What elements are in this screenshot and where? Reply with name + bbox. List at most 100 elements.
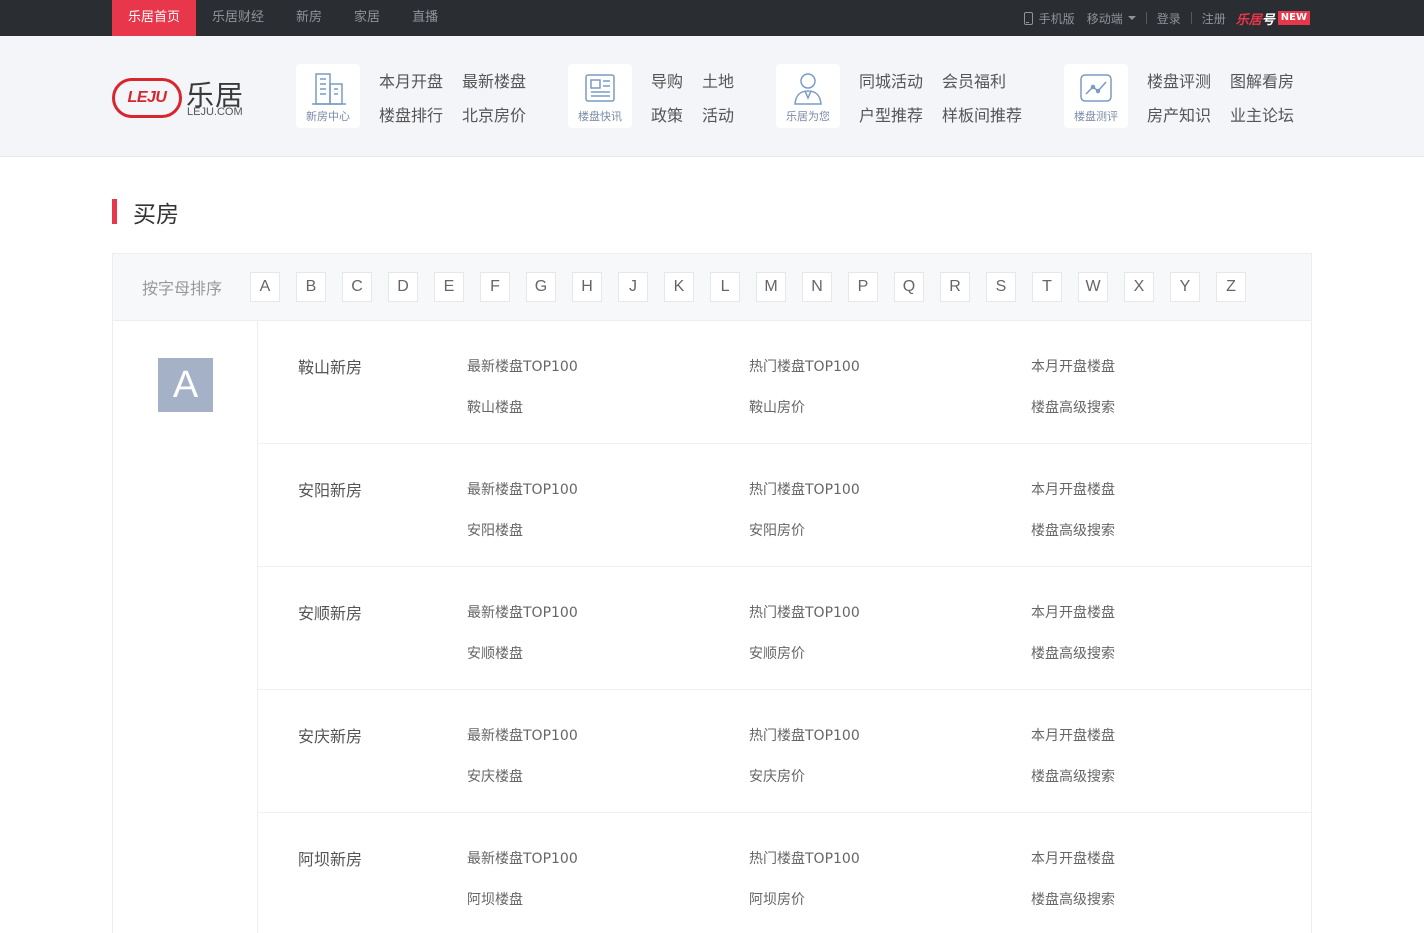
letter-button[interactable]: Y (1170, 272, 1201, 302)
leju-for-you-button[interactable]: 乐居为您 (776, 64, 840, 128)
latest-top100-link[interactable]: 最新楼盘TOP100 (467, 602, 578, 622)
nav-link[interactable]: 会员福利 (942, 65, 1022, 99)
letter-button[interactable]: P (848, 272, 879, 302)
advanced-search-link[interactable]: 楼盘高级搜索 (1031, 889, 1115, 909)
letter-button[interactable]: H (572, 272, 603, 302)
nav-link[interactable]: 户型推荐 (859, 99, 923, 133)
letter-button[interactable]: Q (894, 272, 925, 302)
letter-button[interactable]: J (618, 272, 649, 302)
topnav-live[interactable]: 直播 (396, 0, 454, 36)
hot-top100-link[interactable]: 热门楼盘TOP100 (749, 725, 860, 745)
register-link[interactable]: 注册 (1202, 10, 1226, 27)
letter-button[interactable]: G (526, 272, 557, 302)
nav-link[interactable]: 本月开盘 (379, 65, 443, 99)
topnav-home[interactable]: 乐居首页 (112, 0, 197, 36)
nav-link[interactable]: 样板间推荐 (942, 99, 1022, 133)
latest-top100-link[interactable]: 最新楼盘TOP100 (467, 725, 578, 745)
news-flash-button[interactable]: 楼盘快讯 (568, 64, 632, 128)
nav-link[interactable]: 楼盘排行 (379, 99, 443, 133)
letter-button[interactable]: F (480, 272, 511, 302)
city-properties-link[interactable]: 鞍山楼盘 (467, 397, 523, 417)
nav-link[interactable]: 活动 (702, 99, 734, 133)
city-row: 阿坝新房 最新楼盘TOP100 热门楼盘TOP100 本月开盘楼盘 阿坝楼盘 阿… (258, 813, 1311, 933)
letter-button[interactable]: A (250, 272, 281, 302)
city-name-link[interactable]: 安阳新房 (298, 477, 362, 501)
topnav-finance[interactable]: 乐居财经 (196, 0, 280, 36)
month-opening-link[interactable]: 本月开盘楼盘 (1031, 602, 1115, 622)
logo-en: LEJU.COM (187, 106, 243, 118)
header: LEJU 乐居 LEJU.COM 新房中心 本月开盘 楼盘排行 最新楼盘 北京房… (0, 36, 1424, 157)
letter-button[interactable]: L (710, 272, 741, 302)
nav-link[interactable]: 导购 (651, 65, 683, 99)
city-prices-link[interactable]: 鞍山房价 (749, 397, 805, 417)
leju-logo[interactable]: LEJU 乐居 LEJU.COM (112, 76, 252, 120)
city-row: 鞍山新房 最新楼盘TOP100 热门楼盘TOP100 本月开盘楼盘 鞍山楼盘 鞍… (258, 321, 1311, 444)
nav-links: 本月开盘 楼盘排行 最新楼盘 北京房价 (379, 65, 526, 133)
hot-top100-link[interactable]: 热门楼盘TOP100 (749, 479, 860, 499)
city-prices-link[interactable]: 安顺房价 (749, 643, 805, 663)
letter-button[interactable]: R (940, 272, 971, 302)
phone-icon (1023, 11, 1033, 25)
city-name-link[interactable]: 安顺新房 (298, 600, 362, 624)
letter-button[interactable]: C (342, 272, 373, 302)
letter-button[interactable]: E (434, 272, 465, 302)
letter-button[interactable]: S (986, 272, 1017, 302)
hot-top100-link[interactable]: 热门楼盘TOP100 (749, 848, 860, 868)
city-prices-link[interactable]: 阿坝房价 (749, 889, 805, 909)
letter-button[interactable]: K (664, 272, 695, 302)
newhouse-center-button[interactable]: 新房中心 (296, 64, 360, 128)
nav-link[interactable]: 楼盘评测 (1147, 65, 1211, 99)
nav-caption: 乐居为您 (786, 110, 830, 123)
letter-button[interactable]: N (802, 272, 833, 302)
letter-index-label: 按字母排序 (142, 279, 223, 298)
lejuhao-link[interactable]: 乐居 号 NEW (1236, 9, 1310, 28)
city-properties-link[interactable]: 安顺楼盘 (467, 643, 523, 663)
advanced-search-link[interactable]: 楼盘高级搜索 (1031, 520, 1115, 540)
advanced-search-link[interactable]: 楼盘高级搜索 (1031, 397, 1115, 417)
divider (1145, 12, 1147, 24)
advanced-search-link[interactable]: 楼盘高级搜索 (1031, 643, 1115, 663)
letter-button[interactable]: B (296, 272, 327, 302)
city-name-link[interactable]: 鞍山新房 (298, 354, 362, 378)
latest-top100-link[interactable]: 最新楼盘TOP100 (467, 848, 578, 868)
letter-button[interactable]: M (756, 272, 787, 302)
nav-link[interactable]: 土地 (702, 65, 734, 99)
latest-top100-link[interactable]: 最新楼盘TOP100 (467, 479, 578, 499)
property-review-button[interactable]: 楼盘测评 (1064, 64, 1128, 128)
city-prices-link[interactable]: 安庆房价 (749, 766, 805, 786)
latest-top100-link[interactable]: 最新楼盘TOP100 (467, 356, 578, 376)
city-properties-link[interactable]: 安庆楼盘 (467, 766, 523, 786)
login-link[interactable]: 登录 (1157, 10, 1181, 27)
nav-link[interactable]: 最新楼盘 (462, 65, 526, 99)
nav-link[interactable]: 房产知识 (1147, 99, 1211, 133)
topnav-home-decor[interactable]: 家居 (338, 0, 396, 36)
city-properties-link[interactable]: 安阳楼盘 (467, 520, 523, 540)
month-opening-link[interactable]: 本月开盘楼盘 (1031, 479, 1115, 499)
city-name-link[interactable]: 阿坝新房 (298, 846, 362, 870)
city-name-link[interactable]: 安庆新房 (298, 723, 362, 747)
nav-group-newhouse: 新房中心 本月开盘 楼盘排行 最新楼盘 北京房价 (296, 64, 526, 133)
nav-link[interactable]: 同城活动 (859, 65, 923, 99)
letter-button[interactable]: T (1032, 272, 1063, 302)
agent-icon (794, 73, 822, 105)
month-opening-link[interactable]: 本月开盘楼盘 (1031, 848, 1115, 868)
advanced-search-link[interactable]: 楼盘高级搜索 (1031, 766, 1115, 786)
hot-top100-link[interactable]: 热门楼盘TOP100 (749, 602, 860, 622)
city-properties-link[interactable]: 阿坝楼盘 (467, 889, 523, 909)
letter-button[interactable]: D (388, 272, 419, 302)
nav-link[interactable]: 业主论坛 (1230, 99, 1294, 133)
month-opening-link[interactable]: 本月开盘楼盘 (1031, 725, 1115, 745)
mobile-version-link[interactable]: 手机版 (1023, 10, 1075, 27)
city-prices-link[interactable]: 安阳房价 (749, 520, 805, 540)
letter-button[interactable]: X (1124, 272, 1155, 302)
month-opening-link[interactable]: 本月开盘楼盘 (1031, 356, 1115, 376)
hot-top100-link[interactable]: 热门楼盘TOP100 (749, 356, 860, 376)
mobile-end-dropdown[interactable]: 移动端 (1087, 10, 1136, 27)
letter-button[interactable]: W (1078, 272, 1109, 302)
city-row: 安阳新房 最新楼盘TOP100 热门楼盘TOP100 本月开盘楼盘 安阳楼盘 安… (258, 444, 1311, 567)
nav-link[interactable]: 图解看房 (1230, 65, 1294, 99)
topnav-newhouse[interactable]: 新房 (280, 0, 338, 36)
letter-button[interactable]: Z (1216, 272, 1247, 302)
nav-link[interactable]: 政策 (651, 99, 683, 133)
nav-link[interactable]: 北京房价 (462, 99, 526, 133)
